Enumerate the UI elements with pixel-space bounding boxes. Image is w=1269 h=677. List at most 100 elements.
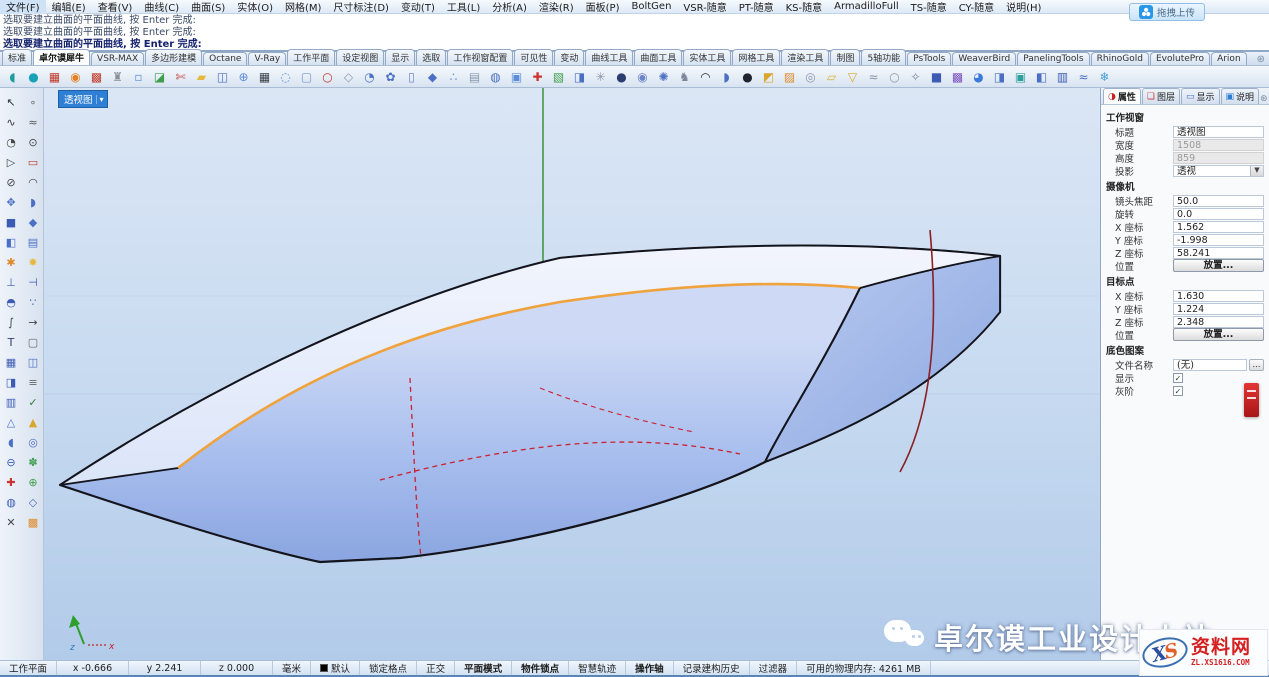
statusbar-item[interactable]: 平面模式 [455, 661, 512, 675]
red-promo-sticker[interactable] [1244, 383, 1259, 417]
command-area[interactable]: 选取要建立曲面的平面曲线, 按 Enter 完成: 选取要建立曲面的平面曲线, … [0, 14, 1269, 52]
property-input[interactable]: 50.0 [1173, 195, 1264, 207]
menu-item[interactable]: ArmadilloFull [828, 1, 905, 12]
tool-icon[interactable]: ✓ [22, 392, 44, 412]
toolbar-tab[interactable]: 渲染工具 [781, 49, 829, 65]
toolbar-icon[interactable]: ◔ [360, 68, 379, 86]
toolbar-tab[interactable]: V-Ray [248, 52, 286, 65]
property-input[interactable]: 2.348 [1173, 316, 1264, 328]
statusbar-item[interactable]: 毫米 [273, 661, 311, 675]
toolbar-icon[interactable]: ◩ [759, 68, 778, 86]
toolbar-icon[interactable]: ▢ [297, 68, 316, 86]
tool-icon[interactable]: ✥ [0, 192, 22, 212]
toolbar-tab[interactable]: Octane [203, 52, 247, 65]
toolbar-icon[interactable]: ▫ [129, 68, 148, 86]
tool-icon[interactable]: ✚ [0, 472, 22, 492]
tool-icon[interactable]: ▲ [22, 412, 44, 432]
toolbar-icon[interactable]: ♞ [675, 68, 694, 86]
tool-icon[interactable]: ∵ [22, 292, 44, 312]
statusbar-item[interactable]: 正交 [417, 661, 455, 675]
statusbar-item[interactable]: 智慧轨迹 [569, 661, 626, 675]
toolbar-icon[interactable]: ✚ [528, 68, 547, 86]
toolbar-icon[interactable]: ▱ [822, 68, 841, 86]
statusbar-item[interactable]: 操作轴 [626, 661, 674, 675]
menu-item[interactable]: 查看(V) [92, 0, 139, 14]
toolbar-icon[interactable]: ▽ [843, 68, 862, 86]
statusbar-item[interactable]: x -0.666 [57, 661, 129, 675]
tool-icon[interactable]: ▭ [22, 152, 44, 172]
statusbar-item[interactable]: 物件锁点 [512, 661, 569, 675]
gear-icon[interactable]: ⊛ [1257, 54, 1265, 65]
tool-icon[interactable]: ▩ [22, 512, 44, 532]
dropdown-arrow-icon[interactable]: ▼ [1250, 166, 1263, 176]
tool-icon[interactable]: ◧ [0, 232, 22, 252]
toolbar-icon[interactable]: ▧ [549, 68, 568, 86]
checkbox[interactable]: ✓ [1173, 386, 1183, 396]
tool-icon[interactable]: ∫ [0, 312, 22, 332]
menu-item[interactable]: 工具(L) [441, 0, 486, 14]
toolbar-icon[interactable]: ✺ [654, 68, 673, 86]
tool-icon[interactable]: T [0, 332, 22, 352]
tool-icon[interactable]: ◆ [22, 212, 44, 232]
tool-icon[interactable]: ▦ [0, 352, 22, 372]
tool-icon[interactable]: ◫ [22, 352, 44, 372]
toolbar-tab[interactable]: 制图 [830, 49, 860, 65]
toolbar-icon[interactable]: ◍ [486, 68, 505, 86]
toolbar-icon[interactable]: ◉ [633, 68, 652, 86]
tool-icon[interactable]: ◎ [22, 432, 44, 452]
toolbar-icon[interactable]: ✄ [171, 68, 190, 86]
toolbar-tab[interactable]: 可见性 [514, 49, 553, 65]
statusbar-item[interactable]: 记录建构历史 [674, 661, 750, 675]
tool-icon[interactable]: ✸ [22, 252, 44, 272]
toolbar-icon[interactable]: ▨ [780, 68, 799, 86]
toolbar-icon[interactable]: ▰ [192, 68, 211, 86]
menu-item[interactable]: 编辑(E) [46, 0, 92, 14]
file-name-input[interactable]: (无) [1173, 359, 1247, 371]
toolbar-icon[interactable]: ● [24, 68, 43, 86]
menu-item[interactable]: 实体(O) [231, 0, 279, 14]
tool-icon[interactable]: → [22, 312, 44, 332]
toolbar-tab[interactable]: 曲线工具 [585, 49, 633, 65]
statusbar-item[interactable]: 锁定格点 [360, 661, 417, 675]
toolbar-tab[interactable]: PanelingTools [1017, 52, 1089, 65]
property-input[interactable]: -1.998 [1173, 234, 1264, 246]
toolbar-icon[interactable]: ◨ [990, 68, 1009, 86]
statusbar-item[interactable]: 可用的物理内存: 4261 MB [797, 661, 931, 675]
toolbar-icon[interactable]: ◗ [717, 68, 736, 86]
toolbar-tab[interactable]: 工作视窗配置 [447, 49, 513, 65]
tool-icon[interactable]: ◍ [0, 492, 22, 512]
tool-icon[interactable]: ⊙ [22, 132, 44, 152]
panel-tab-display[interactable]: ▭显示 [1181, 88, 1220, 104]
toolbar-tab[interactable]: 标准 [2, 49, 32, 65]
toolbar-icon[interactable]: ✧ [906, 68, 925, 86]
toolbar-tab[interactable]: 选取 [416, 49, 446, 65]
toolbar-tab[interactable]: Arion [1211, 52, 1247, 65]
tool-icon[interactable]: ⊕ [22, 472, 44, 492]
tool-icon[interactable]: ↖ [0, 92, 22, 112]
tool-icon[interactable]: ✱ [0, 252, 22, 272]
property-input[interactable]: 透视图 [1173, 126, 1264, 138]
tool-icon[interactable]: ⊥ [0, 272, 22, 292]
menu-item[interactable]: 曲线(C) [138, 0, 185, 14]
property-input[interactable]: 1.224 [1173, 303, 1264, 315]
property-input[interactable]: 58.241 [1173, 247, 1264, 259]
menu-item[interactable]: BoltGen [626, 1, 678, 12]
toolbar-icon[interactable]: ♜ [108, 68, 127, 86]
toolbar-icon[interactable]: ❄ [1095, 68, 1114, 86]
menu-item[interactable]: 网格(M) [279, 0, 327, 14]
panel-tab-help[interactable]: ▣说明 [1221, 88, 1260, 104]
toolbar-icon[interactable]: ▩ [948, 68, 967, 86]
toolbar-tab[interactable]: 设定视图 [336, 49, 384, 65]
browse-button[interactable]: … [1249, 359, 1264, 371]
place-button[interactable]: 放置... [1173, 259, 1264, 272]
menu-item[interactable]: 说明(H) [1000, 0, 1047, 14]
viewport-menu-arrow-icon[interactable]: ▾ [96, 95, 104, 104]
panel-gear-icon[interactable]: ⊛ [1260, 94, 1268, 104]
upload-button[interactable]: 拖拽上传 [1129, 3, 1205, 21]
menu-item[interactable]: PT-随意 [733, 0, 780, 14]
menu-item[interactable]: TS-随意 [905, 0, 953, 14]
tool-icon[interactable]: ◇ [22, 492, 44, 512]
tool-icon[interactable]: ⊣ [22, 272, 44, 292]
tool-icon[interactable]: ≡ [22, 372, 44, 392]
toolbar-icon[interactable]: ◪ [150, 68, 169, 86]
